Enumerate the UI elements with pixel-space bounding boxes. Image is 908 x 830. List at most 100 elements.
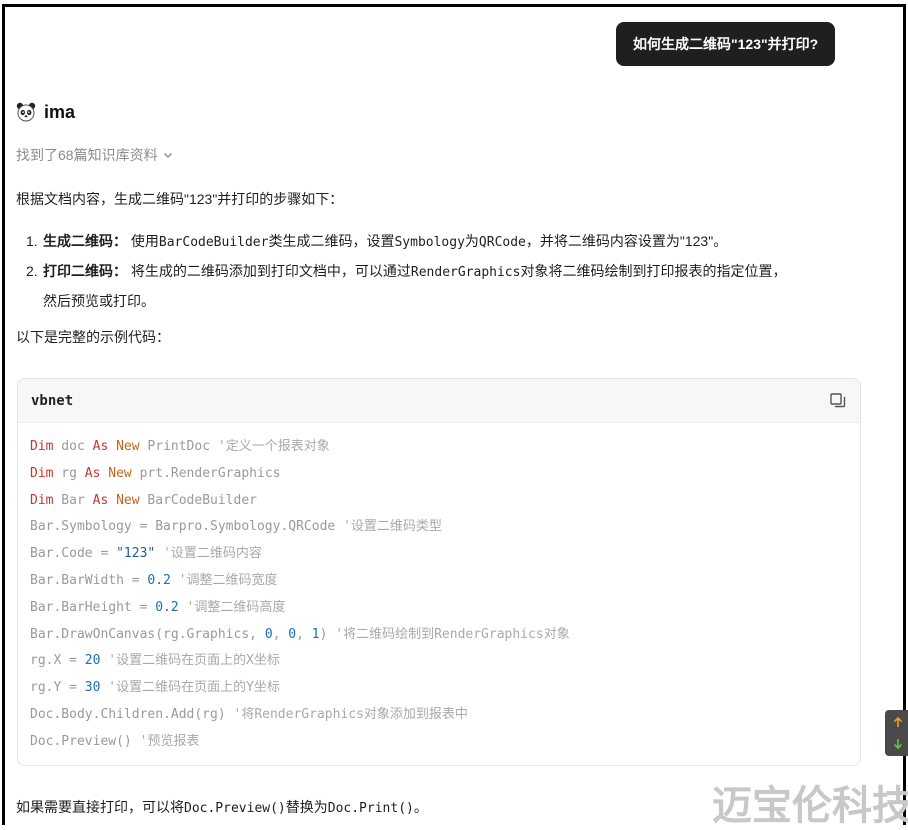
code-line: Bar.BarWidth = 0.2 '调整二维码宽度 bbox=[30, 568, 848, 595]
step-text: 将生成的二维码添加到打印文档中，可以通过 bbox=[130, 263, 411, 279]
knowledge-sources-toggle[interactable]: 找到了68篇知识库资料 bbox=[16, 145, 174, 165]
code-token: 20 bbox=[84, 653, 101, 669]
step-code: QRCode bbox=[478, 235, 526, 250]
code-token: '设置二维码内容 bbox=[163, 546, 262, 562]
code-line: Dim Bar As New BarCodeBuilder bbox=[30, 488, 848, 515]
code-token: Dim bbox=[30, 439, 54, 454]
code-token: As bbox=[84, 465, 101, 481]
code-token: '定义一个报表对象 bbox=[217, 439, 330, 454]
code-line: Bar.BarHeight = 0.2 '调整二维码高度 bbox=[30, 595, 848, 622]
code-line: Bar.DrawOnCanvas(rg.Graphics, 0, 0, 1) '… bbox=[30, 622, 848, 649]
assistant-header: ima bbox=[16, 101, 75, 123]
code-line: Dim doc As New PrintDoc '定义一个报表对象 bbox=[30, 434, 848, 461]
code-token: '将二维码绘制到RenderGraphics对象 bbox=[335, 626, 570, 642]
code-token: New bbox=[116, 439, 140, 454]
arrow-down-icon[interactable] bbox=[885, 733, 908, 756]
code-token: prt.RenderGraphics bbox=[131, 465, 281, 481]
step-number: 2. bbox=[26, 263, 38, 279]
conclusion-code: Doc.Print() bbox=[327, 801, 414, 816]
step-code: RenderGraphics bbox=[410, 265, 521, 280]
code-language-label: vbnet bbox=[31, 392, 74, 409]
code-token: '将RenderGraphics对象添加到报表中 bbox=[233, 706, 468, 722]
step-separator: ： bbox=[113, 233, 131, 249]
conclusion-text: 替换为 bbox=[285, 799, 328, 815]
user-message-text: 如何生成二维码"123"并打印? bbox=[633, 36, 819, 52]
code-line: rg.Y = 30 '设置二维码在页面上的Y坐标 bbox=[30, 675, 848, 702]
code-line: Bar.Code = "123" '设置二维码内容 bbox=[30, 541, 848, 568]
code-token: rg.Y = bbox=[30, 680, 85, 696]
code-token: 0.2 bbox=[147, 572, 171, 588]
code-token: As bbox=[92, 492, 109, 508]
code-token: PrintDoc bbox=[139, 439, 218, 454]
code-token: 0.2 bbox=[155, 599, 179, 615]
code-token: , bbox=[272, 626, 289, 642]
step-text: 对象将二维码绘制到打印报表的指定位置， bbox=[520, 263, 787, 279]
code-token: New bbox=[116, 492, 140, 508]
user-message-bubble: 如何生成二维码"123"并打印? bbox=[616, 22, 836, 66]
code-token: doc bbox=[53, 439, 93, 454]
code-token: Bar.BarHeight = bbox=[30, 599, 156, 615]
code-token: Dim bbox=[30, 492, 54, 508]
knowledge-sources-label: 找到了68篇知识库资料 bbox=[16, 147, 158, 163]
watermark: 迈宝伦科技 bbox=[712, 783, 908, 829]
code-token: 0 bbox=[264, 626, 273, 642]
code-token: '设置二维码类型 bbox=[343, 519, 442, 535]
step-separator: ： bbox=[113, 263, 131, 279]
scroll-navigator[interactable] bbox=[885, 710, 908, 756]
code-token: New bbox=[108, 465, 132, 481]
assistant-name: ima bbox=[44, 101, 76, 122]
step-title: 生成二维码 bbox=[43, 233, 113, 249]
step-text: ，并将二维码内容设置为"123"。 bbox=[525, 233, 728, 249]
code-token: 0 bbox=[288, 626, 297, 642]
code-token: Doc.Preview() bbox=[30, 733, 140, 749]
code-token: "123" bbox=[116, 546, 156, 562]
code-token: BarCodeBuilder bbox=[139, 492, 257, 508]
step-number: 1. bbox=[26, 233, 38, 249]
steps-list: 1. 生成二维码： 使用BarCodeBuilder类生成二维码，设置Symbo… bbox=[16, 227, 876, 316]
code-token: As bbox=[92, 439, 109, 454]
code-token: Bar.Code = bbox=[30, 546, 117, 562]
chevron-down-icon bbox=[163, 153, 172, 158]
conclusion-code: Doc.Preview() bbox=[184, 801, 286, 816]
code-token: 30 bbox=[84, 680, 101, 696]
code-line: rg.X = 20 '设置二维码在页面上的X坐标 bbox=[30, 648, 848, 675]
code-line: Doc.Body.Children.Add(rg) '将RenderGraphi… bbox=[30, 702, 848, 729]
step-text: 使用 bbox=[130, 233, 159, 249]
code-token: , bbox=[296, 626, 312, 642]
code-token: '设置二维码在页面上的Y坐标 bbox=[108, 680, 280, 696]
code-token: Bar.Symbology = Barpro.Symbology.QRCode bbox=[30, 519, 344, 535]
code-token: Dim bbox=[30, 465, 54, 481]
code-intro: 以下是完整的示例代码： bbox=[16, 329, 170, 345]
conclusion-text: 如果需要直接打印，可以将 bbox=[16, 799, 184, 815]
code-token: Bar bbox=[53, 492, 93, 508]
arrow-up-icon[interactable] bbox=[885, 710, 908, 733]
code-line: Doc.Preview() '预览报表 bbox=[30, 729, 848, 756]
code-token: '预览报表 bbox=[139, 733, 200, 749]
step-title: 打印二维码 bbox=[43, 263, 113, 279]
code-token: 1 bbox=[311, 626, 320, 642]
conclusion-text: 。 bbox=[413, 799, 428, 815]
answer-intro: 根据文档内容，生成二维码"123"并打印的步骤如下： bbox=[16, 191, 344, 207]
code-token: Bar.BarWidth = bbox=[30, 572, 148, 588]
code-token: rg bbox=[53, 465, 85, 481]
step-text: 然后预览或打印。 bbox=[43, 293, 155, 309]
step-item: 1. 生成二维码： 使用BarCodeBuilder类生成二维码，设置Symbo… bbox=[16, 227, 876, 257]
code-token: Bar.DrawOnCanvas(rg.Graphics, bbox=[30, 626, 265, 642]
step-code: Symbology bbox=[394, 235, 465, 250]
code-block: vbnet Dim doc As New PrintDoc '定义一个报表对象 D… bbox=[17, 378, 861, 766]
code-token: '调整二维码宽度 bbox=[178, 572, 278, 588]
copy-icon[interactable] bbox=[829, 392, 847, 410]
code-token: ) bbox=[319, 626, 336, 642]
code-block-header: vbnet bbox=[18, 379, 860, 423]
code-line: Dim rg As New prt.RenderGraphics bbox=[30, 461, 848, 488]
code-content: Dim doc As New PrintDoc '定义一个报表对象 Dim rg … bbox=[18, 423, 860, 756]
step-text: 为 bbox=[464, 233, 479, 249]
code-token: Doc.Body.Children.Add(rg) bbox=[30, 706, 234, 722]
code-token: rg.X = bbox=[30, 653, 85, 669]
answer-conclusion: 如果需要直接打印，可以将Doc.Preview()替换为Doc.Print()。 bbox=[16, 796, 428, 820]
